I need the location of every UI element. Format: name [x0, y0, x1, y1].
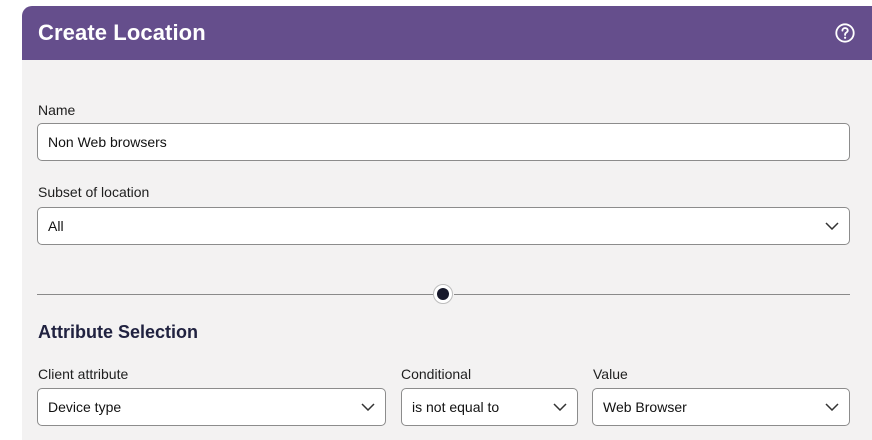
subset-select[interactable]: All [37, 207, 850, 245]
name-input[interactable]: Non Web browsers [37, 123, 850, 161]
dialog-title: Create Location [38, 20, 206, 45]
create-location-dialog: Create Location Name Non Web browsers Su… [22, 6, 872, 440]
divider-handle-dot [437, 288, 449, 300]
chevron-down-icon [553, 403, 567, 411]
divider-line-left [37, 294, 442, 295]
question-circle-icon[interactable] [834, 22, 856, 44]
value-select-value: Web Browser [603, 399, 687, 415]
dialog-header: Create Location [22, 6, 872, 60]
divider-handle[interactable] [433, 284, 453, 304]
conditional-select[interactable]: is not equal to [401, 388, 578, 426]
chevron-down-icon [825, 222, 839, 230]
value-select[interactable]: Web Browser [592, 388, 850, 426]
chevron-down-icon [825, 403, 839, 411]
client-attribute-select[interactable]: Device type [37, 388, 386, 426]
client-attribute-label: Client attribute [38, 366, 129, 382]
name-input-value: Non Web browsers [48, 134, 167, 150]
subset-label: Subset of location [38, 184, 150, 200]
subset-select-value: All [48, 218, 64, 234]
conditional-label: Conditional [401, 366, 472, 382]
attribute-selection-title: Attribute Selection [38, 322, 199, 342]
conditional-value: is not equal to [412, 399, 500, 415]
divider-line-right [454, 294, 850, 295]
value-label: Value [593, 366, 628, 382]
client-attribute-value: Device type [48, 399, 122, 415]
name-label: Name [38, 102, 76, 118]
chevron-down-icon [361, 403, 375, 411]
